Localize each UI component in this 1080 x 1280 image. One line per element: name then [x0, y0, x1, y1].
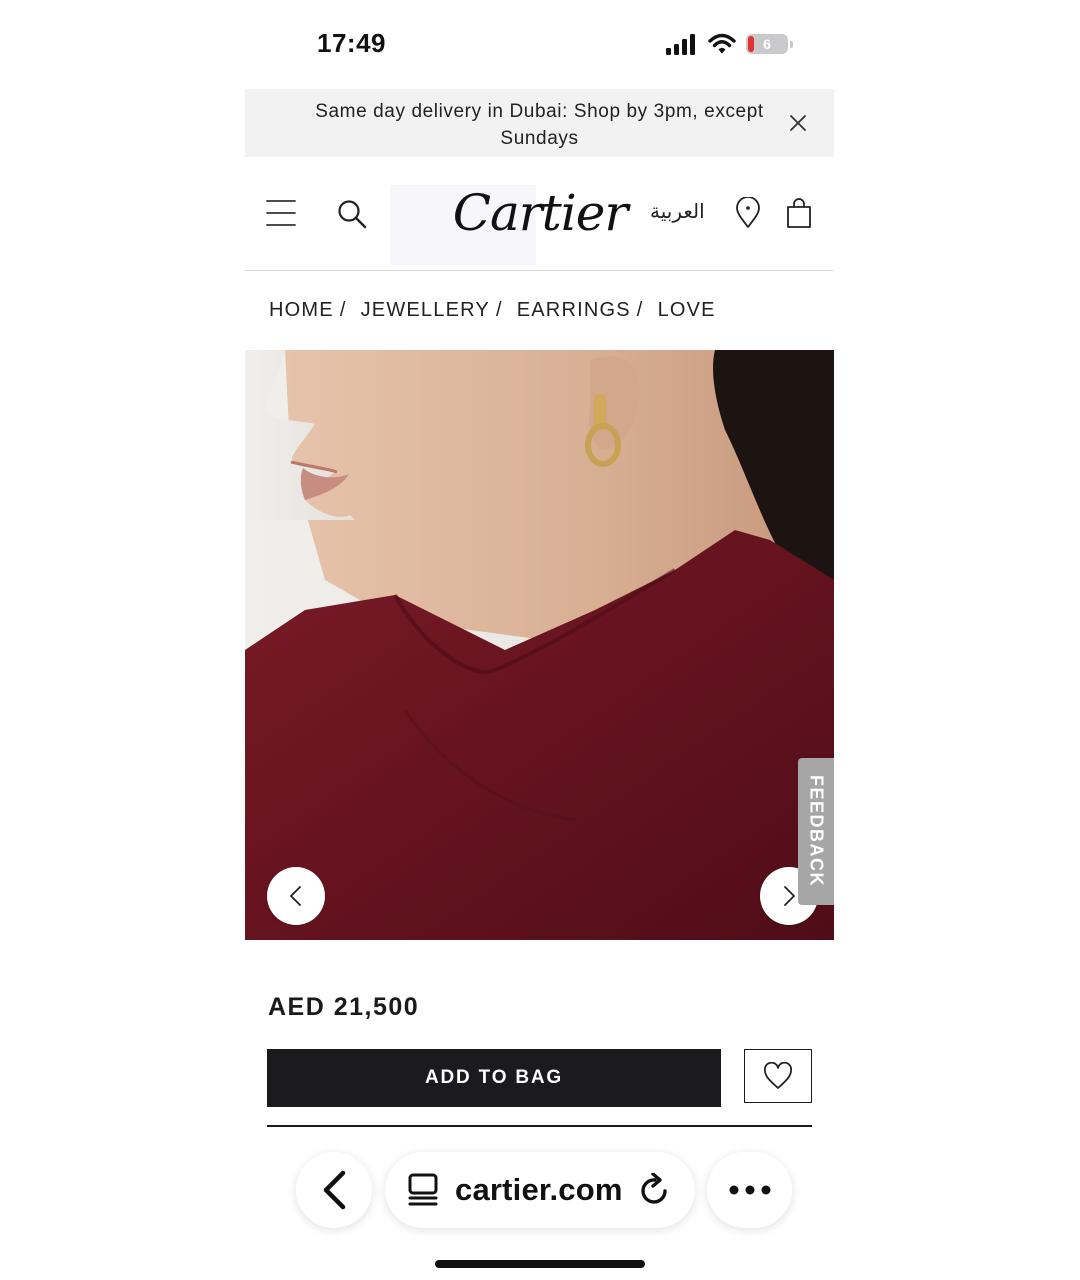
cellular-signal-icon: [666, 34, 695, 55]
hamburger-menu-icon[interactable]: [266, 199, 296, 227]
breadcrumb-jewellery[interactable]: JEWELLERY /: [361, 299, 517, 322]
wishlist-button[interactable]: [744, 1049, 812, 1103]
reload-icon[interactable]: [639, 1173, 671, 1207]
gallery-prev-button[interactable]: [267, 867, 325, 925]
chevron-left-icon: [290, 886, 301, 906]
breadcrumb-earrings[interactable]: EARRINGS /: [517, 299, 658, 322]
status-bar: 17:49 6: [0, 0, 1080, 88]
page: Same day delivery in Dubai: Shop by 3pm,…: [245, 89, 834, 940]
add-to-bag-button[interactable]: ADD TO BAG: [267, 1049, 721, 1107]
home-indicator[interactable]: [435, 1260, 645, 1268]
back-arrow-icon: [323, 1170, 346, 1210]
product-image-gallery[interactable]: FEEDBACK: [245, 350, 834, 940]
browser-more-button[interactable]: [707, 1152, 792, 1228]
heart-icon: [764, 1062, 792, 1089]
section-divider: [267, 1125, 812, 1127]
product-price: AED 21,500: [268, 993, 420, 1021]
site-header: Cartier العربية: [245, 157, 834, 271]
tabs-icon[interactable]: [407, 1173, 439, 1207]
map-pin-icon[interactable]: [735, 197, 761, 229]
status-time: 17:49: [317, 28, 386, 58]
shopping-bag-icon[interactable]: [785, 197, 813, 229]
wifi-icon: [708, 33, 736, 54]
promo-banner: Same day delivery in Dubai: Shop by 3pm,…: [245, 89, 834, 157]
promo-text: Same day delivery in Dubai: Shop by 3pm,…: [315, 101, 764, 149]
breadcrumb-home[interactable]: HOME /: [269, 299, 361, 322]
battery-icon: 6: [746, 34, 793, 54]
feedback-tab[interactable]: FEEDBACK: [798, 758, 834, 905]
url-text[interactable]: cartier.com: [455, 1172, 623, 1208]
browser-back-button[interactable]: [296, 1152, 372, 1228]
chevron-right-icon: [784, 886, 795, 906]
product-photo: [245, 350, 834, 940]
search-icon[interactable]: [337, 199, 367, 229]
more-icon: [729, 1185, 770, 1195]
language-link[interactable]: العربية: [650, 199, 705, 224]
feedback-label: FEEDBACK: [806, 775, 827, 888]
breadcrumb: HOME / JEWELLERY / EARRINGS / LOVE: [245, 271, 834, 350]
address-bar[interactable]: cartier.com: [385, 1152, 695, 1228]
cartier-logo[interactable]: Cartier: [405, 183, 675, 243]
close-icon[interactable]: [788, 113, 808, 133]
breadcrumb-love[interactable]: LOVE: [658, 299, 716, 322]
status-icons: 6: [666, 30, 793, 58]
battery-level: 6: [763, 36, 771, 52]
